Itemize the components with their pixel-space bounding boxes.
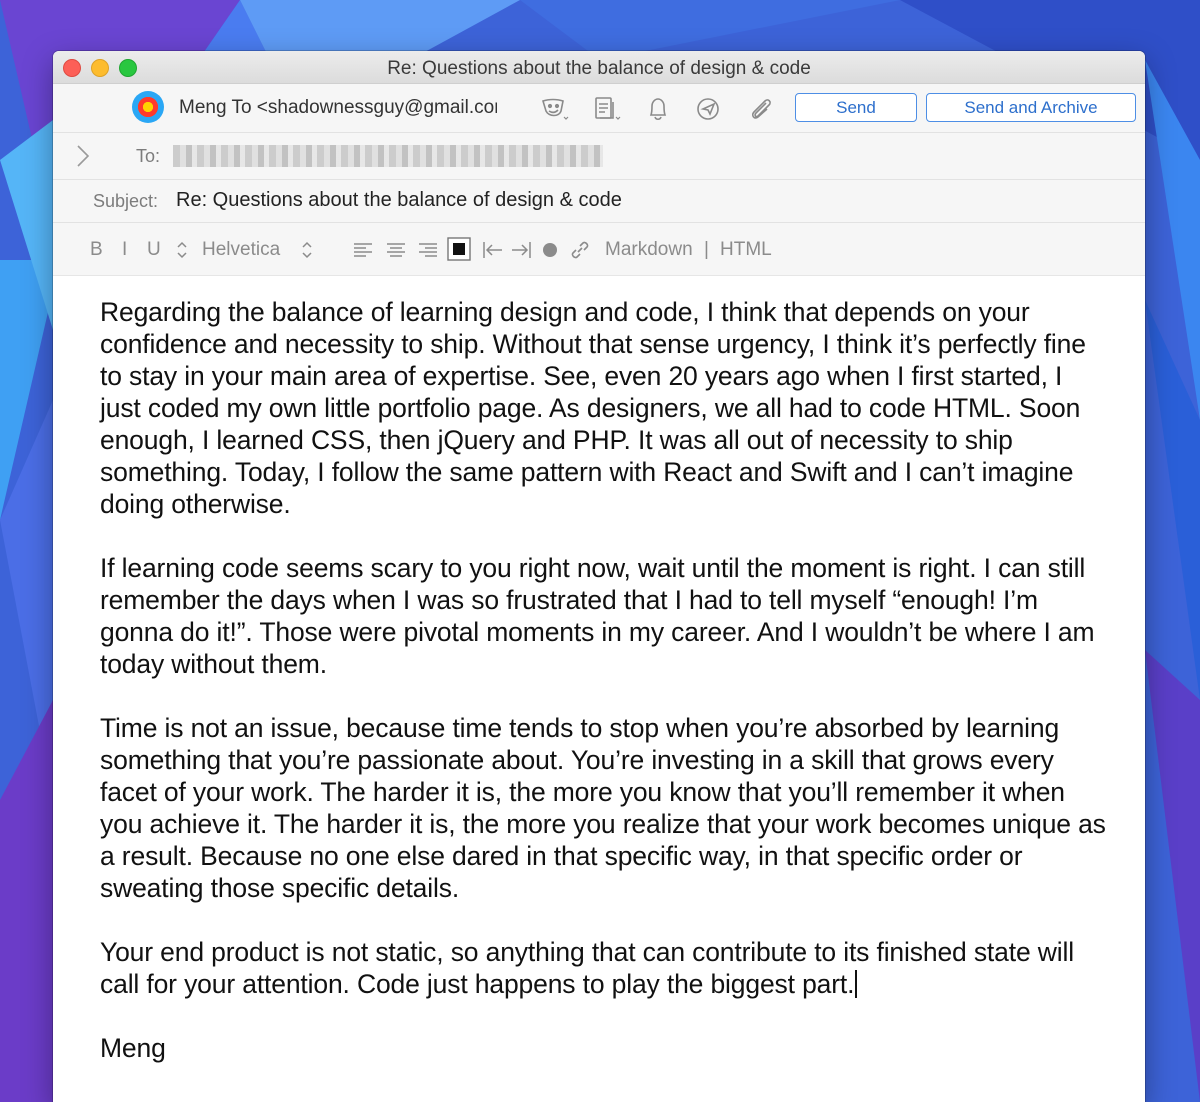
bell-icon[interactable] — [643, 95, 673, 123]
italic-button[interactable]: I — [122, 239, 127, 261]
window-title: Re: Questions about the balance of desig… — [387, 58, 811, 79]
body-paragraph: Regarding the balance of learning design… — [100, 297, 1086, 519]
chevron-right-icon[interactable] — [75, 144, 91, 168]
body-paragraph: If learning code seems scary to you righ… — [100, 553, 1095, 679]
attachment-icon[interactable] — [746, 95, 776, 123]
underline-button[interactable]: U — [147, 239, 161, 261]
bullet-icon[interactable] — [542, 242, 558, 258]
text-cursor — [855, 970, 857, 998]
sender-avatar — [132, 91, 164, 123]
html-toggle[interactable]: HTML — [720, 239, 772, 261]
font-size-stepper-icon[interactable] — [300, 240, 314, 260]
indent-icon[interactable] — [510, 241, 532, 259]
body-paragraph-text: Your end product is not static, so anyth… — [100, 937, 1074, 999]
title-bar: Re: Questions about the balance of desig… — [53, 51, 1145, 84]
body-paragraph: Time is not an issue, because time tends… — [100, 713, 1106, 903]
compose-header: Meng To <shadownessguy@gmail.com> Send S… — [53, 84, 1145, 276]
subject-field[interactable]: Re: Questions about the balance of desig… — [176, 189, 622, 212]
align-left-icon[interactable] — [353, 242, 373, 258]
subject-row: Subject: Re: Questions about the balance… — [53, 180, 1145, 223]
markdown-toggle[interactable]: Markdown — [605, 239, 693, 261]
font-selector[interactable]: Helvetica — [202, 239, 280, 261]
format-toolbar: B I U Helvetica Markdown | HTML — [53, 223, 1145, 276]
text-color-icon[interactable] — [447, 237, 471, 261]
to-row: To: — [53, 133, 1145, 180]
signature: Meng — [100, 1033, 166, 1063]
send-and-archive-button[interactable]: Send and Archive — [926, 93, 1136, 122]
outdent-icon[interactable] — [482, 241, 504, 259]
mail-compose-window: Re: Questions about the balance of desig… — [53, 51, 1145, 1102]
message-body[interactable]: Regarding the balance of learning design… — [100, 296, 1110, 1096]
to-field-redacted[interactable] — [173, 145, 603, 167]
format-separator: | — [704, 239, 709, 260]
link-icon[interactable] — [569, 239, 591, 261]
to-label: To: — [136, 146, 161, 166]
send-button[interactable]: Send — [795, 93, 917, 122]
from-field[interactable]: Meng To <shadownessguy@gmail.com> — [179, 97, 497, 119]
body-paragraph-last: Your end product is not static, so anyth… — [100, 936, 1110, 1000]
font-stepper-icon[interactable] — [175, 240, 189, 260]
align-right-icon[interactable] — [418, 242, 438, 258]
template-icon[interactable] — [591, 95, 621, 123]
send-later-icon[interactable] — [693, 95, 723, 123]
subject-label: Subject: — [93, 191, 159, 211]
signature-icon[interactable] — [539, 95, 569, 123]
from-row: Meng To <shadownessguy@gmail.com> Send S… — [53, 84, 1145, 133]
align-center-icon[interactable] — [386, 242, 406, 258]
bold-button[interactable]: B — [90, 239, 103, 261]
